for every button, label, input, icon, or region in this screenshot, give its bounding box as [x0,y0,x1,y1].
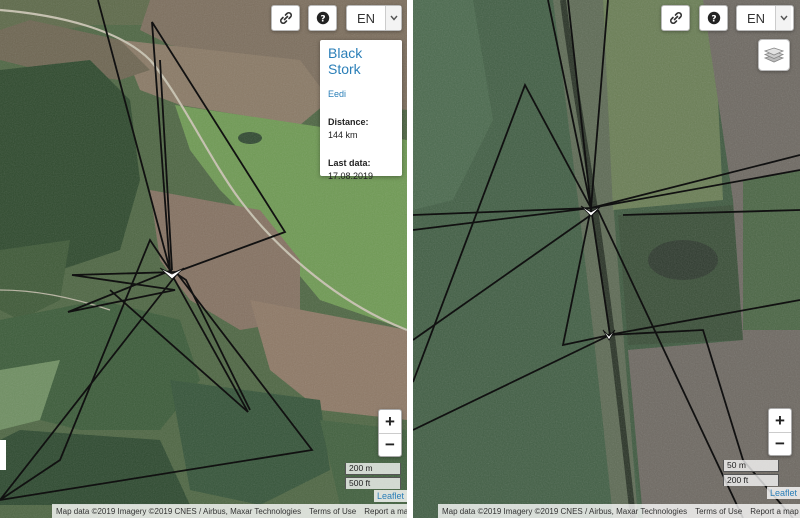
bird-info-popup: Black Stork Eedi Distance: 144 km Last d… [320,40,402,181]
zoom-out-button[interactable]: − [769,432,791,455]
link-icon [279,12,292,24]
left-map-panel[interactable]: ? EN Black Stork Eedi Distance: 144 km L… [0,0,407,518]
distance-label: Distance: [328,117,369,127]
zoom-out-button[interactable]: − [379,433,401,456]
language-value: EN [747,10,766,26]
scale-metric: 200 m [345,463,401,475]
help-button[interactable]: ? [308,5,337,31]
report-error-link[interactable]: Report a map error [360,507,407,516]
terms-link[interactable]: Terms of Use [691,507,746,516]
help-button[interactable]: ? [699,5,728,31]
terms-link[interactable]: Terms of Use [305,507,360,516]
bird-name-link[interactable]: Eedi [328,89,394,99]
layers-icon [764,47,784,63]
zoom-in-button[interactable]: + [379,410,401,433]
share-link-button[interactable] [661,5,690,31]
help-icon: ? [707,11,720,24]
map-attribution: Map data ©2019 Imagery ©2019 CNES / Airb… [438,504,800,518]
language-select[interactable]: EN [736,5,794,31]
svg-text:?: ? [711,14,716,24]
split-map-view: ? EN Black Stork Eedi Distance: 144 km L… [0,0,800,518]
right-map-panel[interactable]: ? EN + − 50 m 200 ft Leaflet Map data ©2… [413,0,800,518]
help-icon: ? [316,11,329,24]
zoom-control: + − [378,409,402,457]
language-select[interactable]: EN [346,5,402,31]
scale-bar: 50 m 200 ft [723,460,779,486]
link-icon [669,12,682,24]
language-value: EN [357,10,376,26]
last-data-label: Last data: [328,158,371,168]
svg-text:?: ? [320,14,325,24]
leaflet-link[interactable]: Leaflet [373,490,407,502]
scale-metric: 50 m [723,460,779,472]
scale-bar: 200 m 500 ft [345,463,401,489]
collapsed-panel-tab[interactable] [0,440,6,470]
report-error-link[interactable]: Report a map error [746,507,800,516]
last-data-value: 17.08.2019 [328,171,374,181]
chevron-down-icon [775,6,792,30]
zoom-in-button[interactable]: + [769,409,791,432]
attribution-text: Map data ©2019 Imagery ©2019 CNES / Airb… [442,506,688,516]
zoom-control: + − [768,408,792,456]
attribution-text: Map data ©2019 Imagery ©2019 CNES / Airb… [56,506,302,516]
leaflet-link[interactable]: Leaflet [766,487,800,499]
right-satellite-map[interactable] [413,0,800,518]
scale-imperial: 500 ft [345,477,401,489]
layers-button[interactable] [758,39,790,71]
share-link-button[interactable] [271,5,300,31]
chevron-down-icon [385,6,401,30]
scale-imperial: 200 ft [723,474,779,486]
distance-value: 144 km [328,130,358,140]
bird-species-link[interactable]: Black Stork [328,45,394,77]
map-attribution: Map data ©2019 Imagery ©2019 CNES / Airb… [52,504,407,518]
